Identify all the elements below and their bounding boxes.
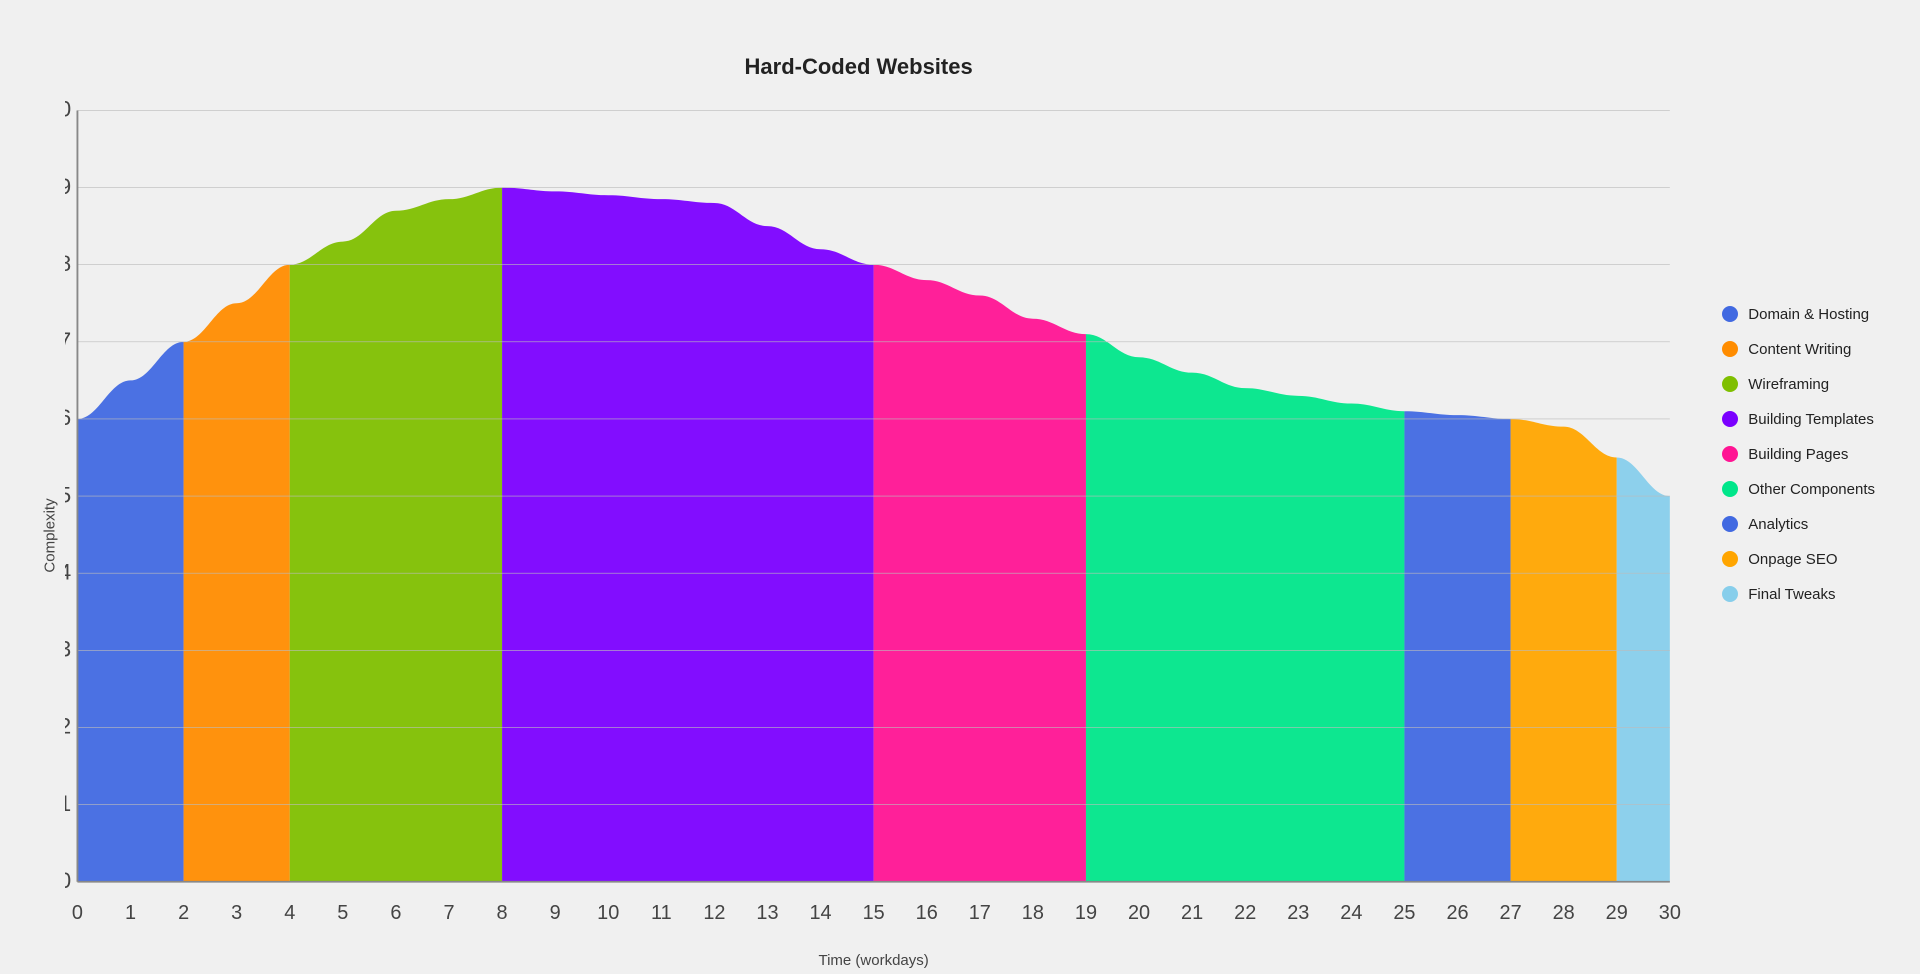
svg-text:25: 25 [1393, 902, 1415, 924]
svg-text:16: 16 [916, 902, 938, 924]
svg-text:5: 5 [337, 902, 348, 924]
legend-label: Domain & Hosting [1748, 306, 1869, 323]
svg-text:0: 0 [72, 902, 83, 924]
chart-area: Hard-Coded Websites Complexity 012345678… [35, 44, 1682, 864]
chart-container: Hard-Coded Websites Complexity 0 1 2 3 4 5 6 7 8… [0, 0, 1920, 908]
legend-item: Building Templates [1722, 411, 1875, 428]
legend-item: Domain & Hosting [1722, 306, 1875, 323]
svg-text:20: 20 [1128, 902, 1150, 924]
legend-dot [1722, 516, 1738, 532]
svg-text:21: 21 [1181, 902, 1203, 924]
y-axis-label-container: Complexity [35, 98, 65, 974]
legend-dot [1722, 411, 1738, 427]
chart-inner: Complexity 01234567891001234567891011121… [35, 98, 1682, 974]
svg-text:5: 5 [65, 482, 71, 507]
chart-wrapper: Hard-Coded Websites Complexity 012345678… [35, 44, 1885, 864]
legend-dot [1722, 586, 1738, 602]
svg-text:2: 2 [178, 902, 189, 924]
legend-item: Other Components [1722, 481, 1875, 498]
svg-text:3: 3 [231, 902, 242, 924]
legend-label: Building Pages [1748, 446, 1848, 463]
svg-area: 0123456789100123456789101112131415161718… [65, 98, 1682, 974]
svg-text:28: 28 [1553, 902, 1575, 924]
svg-text:17: 17 [969, 902, 991, 924]
chart-title: Hard-Coded Websites [35, 44, 1682, 80]
legend-label: Building Templates [1748, 411, 1874, 428]
legend-dot [1722, 306, 1738, 322]
svg-text:8: 8 [65, 251, 71, 276]
legend-dot [1722, 551, 1738, 567]
svg-text:30: 30 [1659, 902, 1681, 924]
svg-text:6: 6 [390, 902, 401, 924]
legend-dot [1722, 341, 1738, 357]
svg-text:22: 22 [1234, 902, 1256, 924]
legend-item: Wireframing [1722, 376, 1875, 393]
svg-text:0: 0 [65, 868, 71, 893]
svg-text:7: 7 [443, 902, 454, 924]
svg-text:10: 10 [65, 98, 71, 122]
legend-label: Onpage SEO [1748, 551, 1837, 568]
svg-text:4: 4 [284, 902, 295, 924]
svg-text:4: 4 [65, 559, 71, 584]
legend-label: Wireframing [1748, 376, 1829, 393]
legend-label: Analytics [1748, 516, 1808, 533]
legend-item: Final Tweaks [1722, 586, 1875, 603]
svg-text:3: 3 [65, 637, 71, 662]
svg-text:13: 13 [756, 902, 778, 924]
svg-text:29: 29 [1606, 902, 1628, 924]
svg-text:8: 8 [497, 902, 508, 924]
legend: Domain & Hosting Content Writing Wireframi… [1682, 306, 1885, 603]
svg-text:2: 2 [65, 714, 71, 739]
svg-text:15: 15 [863, 902, 885, 924]
svg-text:23: 23 [1287, 902, 1309, 924]
legend-label: Content Writing [1748, 341, 1851, 358]
svg-text:24: 24 [1340, 902, 1362, 924]
legend-dot [1722, 481, 1738, 497]
legend-dot [1722, 376, 1738, 392]
svg-text:19: 19 [1075, 902, 1097, 924]
svg-text:12: 12 [703, 902, 725, 924]
svg-text:6: 6 [65, 405, 71, 430]
svg-text:11: 11 [651, 902, 672, 924]
svg-text:10: 10 [597, 902, 619, 924]
svg-text:18: 18 [1022, 902, 1044, 924]
legend-label: Final Tweaks [1748, 586, 1835, 603]
svg-text:7: 7 [65, 328, 71, 353]
y-axis-label: Complexity [42, 499, 59, 573]
svg-text:1: 1 [125, 902, 136, 924]
svg-text:14: 14 [809, 902, 831, 924]
legend-item: Analytics [1722, 516, 1875, 533]
legend-dot [1722, 446, 1738, 462]
svg-text:26: 26 [1446, 902, 1468, 924]
legend-item: Onpage SEO [1722, 551, 1875, 568]
chart-svg: 0123456789100123456789101112131415161718… [65, 98, 1682, 944]
svg-text:1: 1 [65, 791, 71, 816]
legend-item: Building Pages [1722, 446, 1875, 463]
legend-item: Content Writing [1722, 341, 1875, 358]
svg-text:27: 27 [1500, 902, 1522, 924]
svg-text:9: 9 [550, 902, 561, 924]
svg-text:9: 9 [65, 174, 71, 199]
legend-label: Other Components [1748, 481, 1875, 498]
x-axis-label: Time (workdays) [65, 944, 1682, 974]
